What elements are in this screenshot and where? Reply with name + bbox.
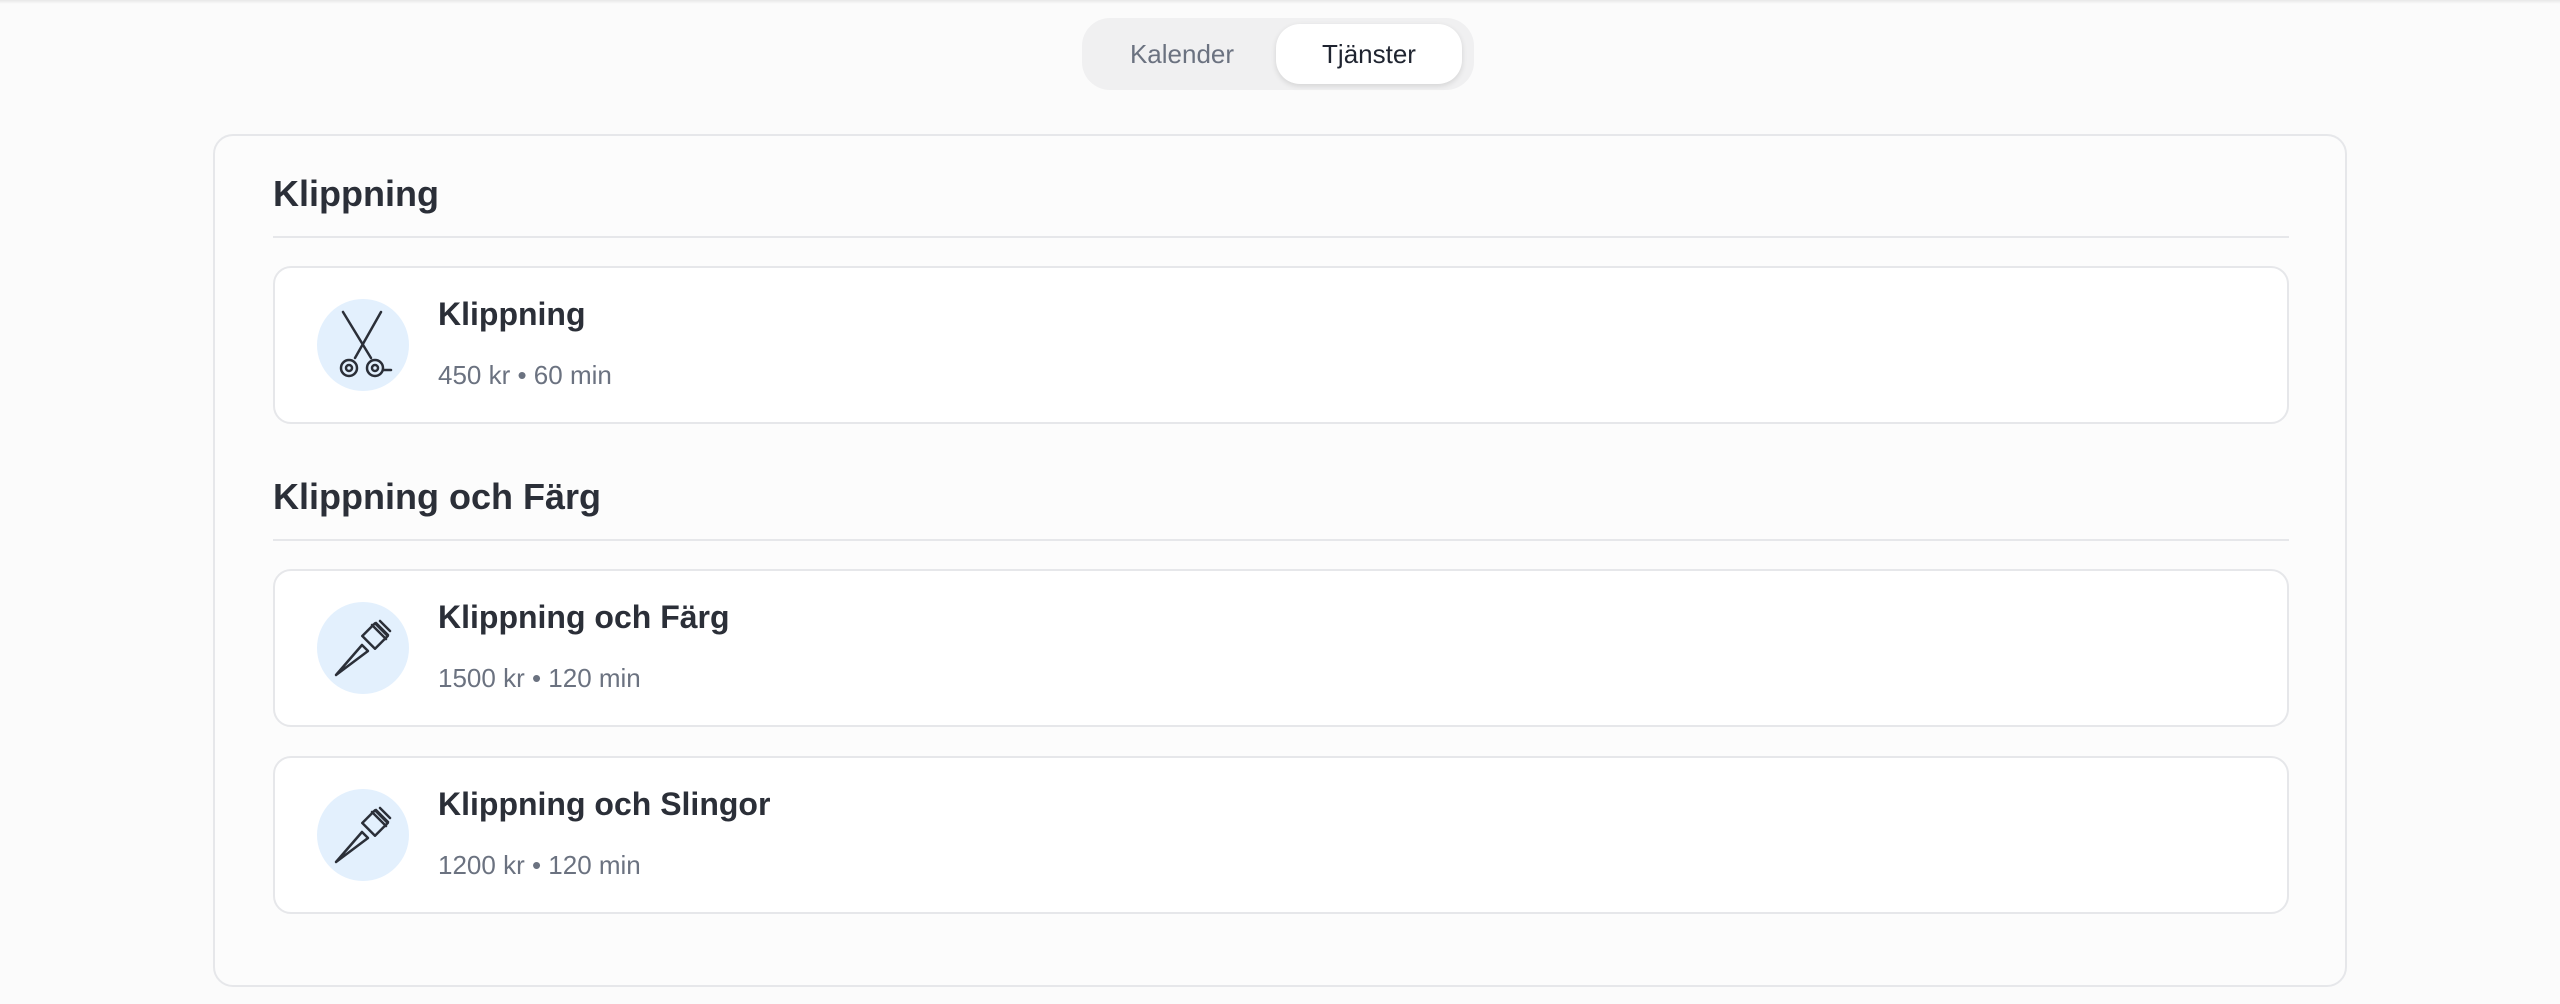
hair-dye-brush-icon xyxy=(317,789,409,881)
top-bar-shadow xyxy=(0,0,2560,4)
service-price-duration: 1200 kr • 120 min xyxy=(438,850,641,880)
service-price-duration: 450 kr • 60 min xyxy=(438,360,612,390)
view-tabs: Kalender Tjänster xyxy=(1082,18,1474,90)
service-name: Klippning och Färg xyxy=(438,599,730,635)
tab-tjanster[interactable]: Tjänster xyxy=(1276,24,1462,84)
service-name: Klippning och Slingor xyxy=(438,786,771,822)
category-divider xyxy=(273,236,2289,238)
service-price-duration: 1500 kr • 120 min xyxy=(438,663,641,693)
category-title: Klippning och Färg xyxy=(273,476,601,517)
tab-kalender[interactable]: Kalender xyxy=(1088,24,1276,84)
service-item-klippning[interactable]: Klippning 450 kr • 60 min xyxy=(273,266,2289,424)
category-divider xyxy=(273,539,2289,541)
service-item-klippning-och-slingor[interactable]: Klippning och Slingor 1200 kr • 120 min xyxy=(273,756,2289,914)
scissors-icon xyxy=(317,299,409,391)
service-item-klippning-och-farg[interactable]: Klippning och Färg 1500 kr • 120 min xyxy=(273,569,2289,727)
hair-dye-brush-icon xyxy=(317,602,409,694)
category-title: Klippning xyxy=(273,173,439,214)
service-name: Klippning xyxy=(438,296,586,332)
services-card: Klippning Klippning 450 kr • 60 min Klip… xyxy=(213,134,2347,987)
